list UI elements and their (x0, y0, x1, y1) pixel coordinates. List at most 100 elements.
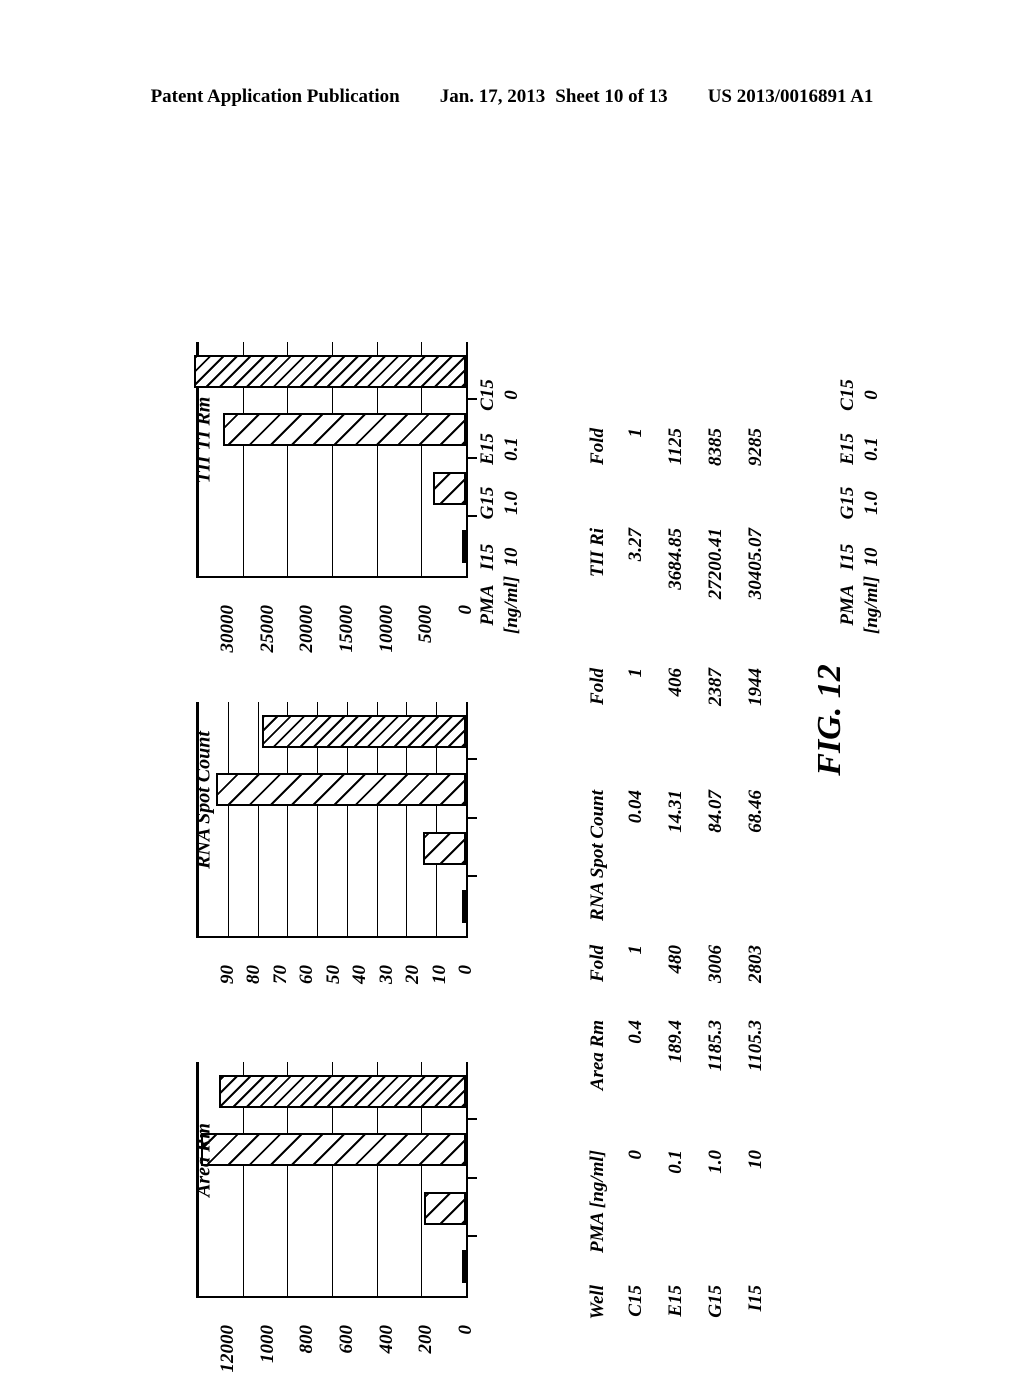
category-label-well: C15 (477, 379, 498, 411)
table-cell: 0.04 (625, 790, 646, 824)
category-label-well: E15 (477, 433, 498, 465)
axis-caption-pma: PMA (477, 584, 499, 626)
chart-rna-spot-count (186, 690, 486, 990)
value-tick-label: 50 (322, 965, 344, 984)
value-tick-label: 10000 (375, 605, 397, 653)
bar-c15 (462, 890, 466, 924)
value-tick-label: 0 (455, 1325, 476, 1335)
value-tick-label: 70 (269, 965, 291, 984)
table-cell: 1.0 (705, 1150, 726, 1174)
value-tick-label: 10 (428, 965, 450, 984)
axis-caption-pma: PMA (837, 584, 859, 626)
figure-12: TII TI Rm RNA Spot Count Area Rm 0 5000 10000… (0, 150, 1024, 1373)
bar-i15 (194, 354, 466, 388)
table-cell: 406 (665, 668, 686, 697)
bar-g15 (223, 413, 466, 447)
bar-e15 (433, 471, 466, 505)
value-tick-label: 90 (217, 965, 238, 984)
table-cell: 1125 (665, 428, 686, 465)
value-tick-label: 600 (336, 1325, 357, 1354)
category-label-dose: 0.1 (501, 437, 522, 461)
chart-title-2: Area Rm (192, 1123, 215, 1197)
table-cell: 1105.3 (745, 1020, 766, 1072)
plot-area-rna-spot-count (196, 702, 477, 938)
chart-area-rm (186, 1050, 486, 1350)
table-cell: G15 (705, 1285, 726, 1318)
value-tick-label: 25000 (256, 605, 278, 653)
table-cell: 1 (625, 945, 646, 955)
table-cell: 27200.41 (705, 528, 726, 600)
value-tick-label: 400 (375, 1325, 397, 1354)
value-tick-label: 200 (415, 1325, 437, 1354)
patent-page-header: Patent Application Publication Jan. 17, 2… (0, 86, 1024, 108)
table-cell: I15 (745, 1285, 766, 1312)
figure-caption: FIG. 12 (811, 664, 848, 776)
category-label-dose: 1.0 (861, 491, 882, 515)
value-tick-label: 60 (296, 965, 318, 984)
category-tick (466, 817, 477, 819)
category-label-well: E15 (837, 433, 858, 465)
category-label-dose: 10 (501, 547, 522, 567)
category-tick (466, 1118, 477, 1121)
table-cell: 480 (665, 945, 686, 974)
bar-e15 (423, 831, 466, 865)
publication-date: Jan. 17, 2013 (439, 86, 546, 107)
gridline (257, 702, 259, 936)
category-tick (466, 1177, 477, 1179)
category-label-well: G15 (837, 486, 858, 520)
chart-tii-ti-rm (186, 330, 486, 630)
table-cell: 1 (625, 428, 646, 438)
table-cell: 3684.85 (665, 528, 686, 590)
table-cell: 0 (625, 1150, 646, 1160)
table-cell: 1185.3 (705, 1020, 726, 1072)
publication-label: Patent Application Publication (150, 86, 400, 107)
bar-i15 (262, 714, 466, 748)
value-tick-label: 40 (349, 965, 371, 984)
bar-c15 (462, 1250, 466, 1284)
table-cell: 189.4 (665, 1020, 686, 1063)
category-label-well: I15 (477, 543, 498, 571)
value-tick-label: 0 (455, 605, 476, 615)
chart-title-1: RNA Spot Count (192, 731, 215, 869)
table-header-pma: PMA [ng/ml] (587, 1150, 608, 1253)
table-header-rna-fold: Fold (587, 668, 608, 705)
axis-caption-units: [ng/ml] (861, 575, 883, 635)
category-label-dose: 1.0 (501, 491, 522, 515)
value-tick-label: 12000 (217, 1325, 238, 1373)
table-cell: 3006 (705, 945, 726, 983)
table-header-tii-ri: TII Ri (587, 528, 608, 578)
bar-g15 (201, 1133, 466, 1167)
sheet-number: Sheet 10 of 13 (555, 86, 668, 107)
plot-area-tii-ti-rm (194, 342, 477, 578)
category-tick (466, 457, 477, 459)
table-cell: 2387 (705, 668, 726, 706)
table-cell: 0.1 (665, 1150, 686, 1174)
bar-e15 (423, 1191, 466, 1225)
bar-i15 (219, 1074, 466, 1108)
category-tick (466, 875, 477, 878)
category-tick (466, 758, 477, 761)
axis-caption-units: [ng/ml] (501, 575, 523, 635)
plot-area-area-rm (196, 1062, 477, 1298)
table-cell: 2803 (745, 945, 766, 983)
table-header-well: Well (587, 1285, 608, 1320)
table-cell: 0.4 (625, 1020, 646, 1044)
value-tick-label: 1000 (256, 1325, 278, 1363)
table-cell: 9285 (745, 428, 766, 466)
table-cell: 3.27 (625, 528, 646, 562)
table-cell: 1 (625, 668, 646, 678)
category-tick (466, 1235, 477, 1238)
value-tick-label: 0 (455, 965, 476, 975)
table-header-area-rm: Area Rm (587, 1020, 608, 1091)
value-tick-label: 15000 (336, 605, 357, 653)
value-tick-label: 5000 (415, 605, 437, 643)
category-label-well: G15 (477, 486, 498, 520)
table-cell: 14.31 (665, 790, 686, 833)
value-tick-label: 20 (402, 965, 424, 984)
table-cell: 68.46 (745, 790, 766, 833)
patent-number: US 2013/0016891 A1 (707, 86, 874, 107)
category-tick (466, 398, 477, 401)
value-tick-label: 20000 (296, 605, 318, 653)
category-tick (466, 515, 477, 518)
table-cell: C15 (625, 1285, 646, 1317)
